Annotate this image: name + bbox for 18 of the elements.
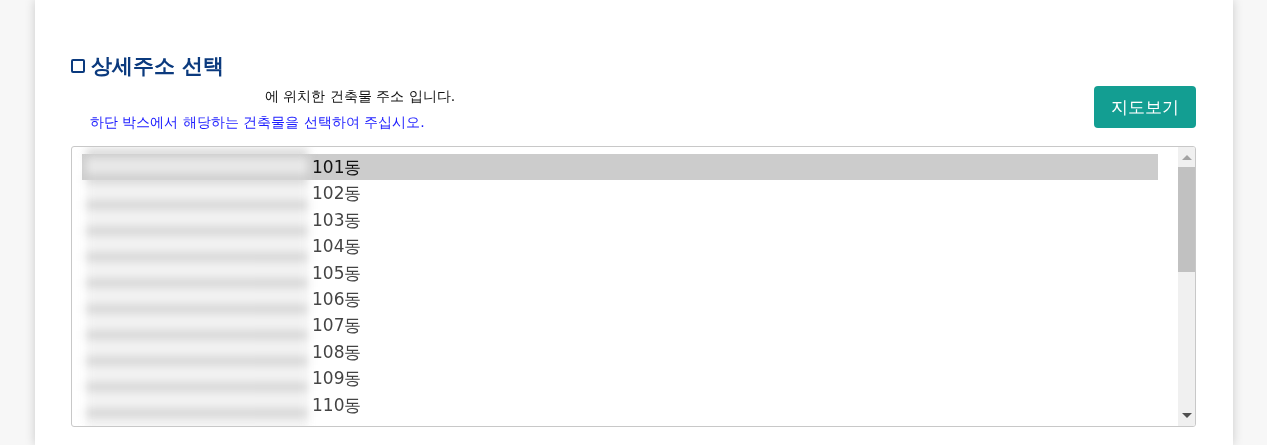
square-icon: [71, 59, 85, 73]
address-listbox[interactable]: 101동 102동 103동 104동 105동 106동 107동 108동 109동 110동: [71, 146, 1196, 427]
address-option[interactable]: 109동: [82, 365, 1158, 392]
address-option[interactable]: 104동: [82, 233, 1158, 260]
location-note: 에 위치한 건축물 주소 입니다.: [264, 87, 456, 106]
instruction-text: 하단 박스에서 해당하는 건축물을 선택하여 주십시오.: [89, 113, 426, 132]
scrollbar-thumb[interactable]: [1178, 167, 1195, 272]
address-option[interactable]: 105동: [82, 259, 1158, 286]
scroll-down-icon[interactable]: [1181, 413, 1192, 418]
address-option[interactable]: 102동: [82, 180, 1158, 207]
address-option[interactable]: 107동: [82, 312, 1158, 339]
address-option[interactable]: 110동: [82, 391, 1158, 418]
address-option[interactable]: 103동: [82, 206, 1158, 234]
scroll-up-icon[interactable]: [1181, 155, 1192, 160]
address-option[interactable]: 106동: [82, 285, 1158, 313]
section-title: 상세주소 선택: [91, 53, 225, 80]
scrollbar[interactable]: [1178, 147, 1195, 426]
address-option[interactable]: 108동: [82, 338, 1158, 366]
